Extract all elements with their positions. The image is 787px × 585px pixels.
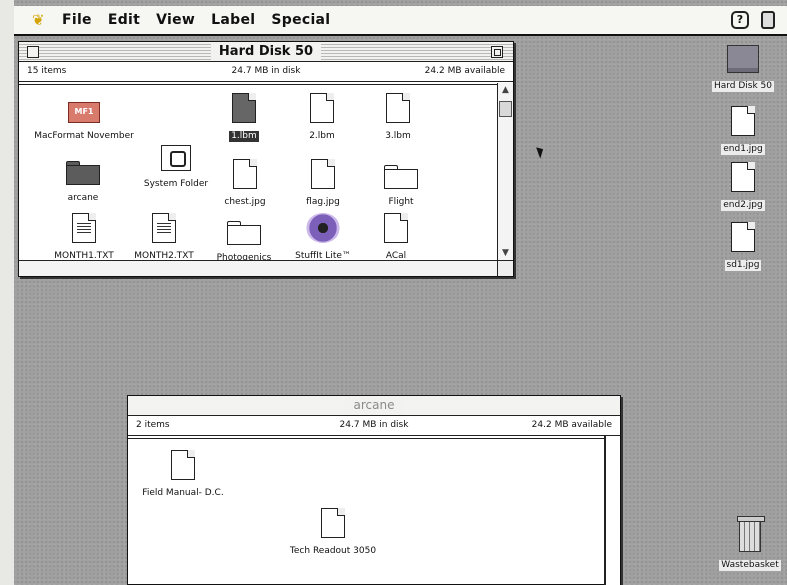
icon-photogenics[interactable]: Photogenics [209, 221, 279, 264]
disk-available: 24.2 MB available [531, 420, 612, 430]
document-icon [171, 450, 195, 480]
icon-1-lbm[interactable]: 1.lbm [219, 93, 269, 142]
icon-label: MacFormat November [34, 131, 134, 141]
icon-label: flag.jpg [306, 197, 340, 207]
icon-arcane[interactable]: arcane [53, 161, 113, 204]
resize-grow-box-icon[interactable] [497, 260, 513, 276]
icon-acal[interactable]: ACal [371, 213, 421, 262]
vertical-scrollbar[interactable]: ▲ ▼ [497, 83, 513, 261]
hard-disk-window-titlebar[interactable]: Hard Disk 50 [19, 42, 513, 62]
icon-flag-jpg[interactable]: flag.jpg [293, 159, 353, 208]
disk-usage: 24.7 MB in disk [339, 420, 409, 430]
document-icon [731, 162, 755, 192]
desktop-icon-end2-jpg[interactable]: end2.jpg [715, 162, 771, 211]
icon-label: Hard Disk 50 [711, 81, 775, 92]
screen-bezel [0, 0, 14, 585]
menu-edit[interactable]: Edit [108, 12, 140, 28]
document-icon [321, 508, 345, 538]
icon-label: System Folder [143, 179, 209, 189]
icon-label: 1.lbm [229, 131, 259, 142]
text-document-icon [152, 213, 176, 243]
icon-chest-jpg[interactable]: chest.jpg [215, 159, 275, 208]
disk-usage: 24.7 MB in disk [231, 66, 301, 76]
arcane-window: arcane 2 items 24.7 MB in disk 24.2 MB a… [127, 395, 621, 585]
icon-label: Wastebasket [719, 560, 781, 571]
icon-label: Tech Readout 3050 [289, 546, 377, 556]
zoom-box-icon[interactable] [491, 46, 503, 58]
icon-label: arcane [67, 193, 99, 203]
apple-menu-icon[interactable]: ❦ [32, 12, 46, 28]
icon-label: Flight [388, 197, 414, 207]
desktop-icon-sd1-jpg[interactable]: sd1.jpg [715, 222, 771, 271]
desktop-icon-wastebasket[interactable]: Wastebasket [713, 516, 787, 571]
menu-bar: ❦ File Edit View Label Special ? [14, 6, 787, 36]
icon-macformat-november[interactable]: MF1 MacFormat November [19, 99, 149, 142]
items-count: 15 items [27, 66, 67, 76]
document-icon [233, 159, 257, 189]
icon-2-lbm[interactable]: 2.lbm [297, 93, 347, 142]
vertical-scrollbar[interactable] [604, 436, 620, 585]
icon-label: 3.lbm [385, 131, 411, 141]
icon-tech-readout[interactable]: Tech Readout 3050 [278, 508, 388, 557]
icon-stuffit-lite[interactable]: StuffIt Lite™ [283, 213, 363, 262]
document-icon [731, 106, 755, 136]
disk-available: 24.2 MB available [424, 66, 505, 76]
document-icon [311, 159, 335, 189]
document-icon [386, 93, 410, 123]
hard-disk-window: Hard Disk 50 15 items 24.7 MB in disk 24… [18, 41, 514, 277]
menu-label[interactable]: Label [211, 12, 255, 28]
icon-flight[interactable]: Flight [371, 165, 431, 208]
macformat-folder-icon: MF1 [68, 99, 100, 123]
icon-label: end1.jpg [721, 144, 765, 155]
icon-month2-txt[interactable]: MONTH2.TXT [129, 213, 199, 262]
window-content: MF1 MacFormat November 1.lbm 2.lbm 3.lbm… [19, 87, 513, 263]
arcane-window-titlebar[interactable]: arcane [128, 396, 620, 416]
window-title: arcane [345, 397, 403, 414]
window-info-bar: 2 items 24.7 MB in disk 24.2 MB availabl… [128, 416, 620, 439]
hard-disk-icon [727, 45, 759, 73]
menu-file[interactable]: File [62, 12, 92, 28]
scroll-up-arrow-icon[interactable]: ▲ [498, 83, 513, 98]
icon-label: Field Manual- D.C. [142, 488, 224, 498]
desktop-icon-end1-jpg[interactable]: end1.jpg [715, 106, 771, 155]
icon-label: end2.jpg [721, 200, 765, 211]
icon-3-lbm[interactable]: 3.lbm [373, 93, 423, 142]
desktop-icon-hard-disk[interactable]: Hard Disk 50 [705, 45, 781, 92]
scroll-down-arrow-icon[interactable]: ▼ [498, 246, 513, 261]
folder-icon [384, 165, 418, 189]
icon-field-manual[interactable]: Field Manual- D.C. [128, 450, 238, 499]
scroll-thumb[interactable] [499, 101, 512, 117]
window-content: Field Manual- D.C. Tech Readout 3050 [128, 440, 602, 580]
stuffit-app-icon [306, 213, 340, 243]
window-title: Hard Disk 50 [210, 43, 322, 60]
wastebasket-icon [737, 516, 765, 552]
icon-system-folder[interactable]: System Folder [131, 145, 221, 190]
horizontal-scrollbar[interactable] [19, 260, 497, 276]
menu-view[interactable]: View [156, 12, 195, 28]
help-icon[interactable]: ? [731, 11, 749, 29]
menu-special[interactable]: Special [271, 12, 330, 28]
window-info-bar: 15 items 24.7 MB in disk 24.2 MB availab… [19, 62, 513, 85]
document-icon [232, 93, 256, 123]
application-menu-icon[interactable] [761, 11, 775, 29]
system-folder-icon [161, 145, 191, 171]
document-icon [731, 222, 755, 252]
folder-icon [66, 161, 100, 185]
icon-label: chest.jpg [224, 197, 266, 207]
folder-icon [227, 221, 261, 245]
icon-label: sd1.jpg [724, 260, 762, 271]
icon-label: 2.lbm [309, 131, 335, 141]
text-document-icon [72, 213, 96, 243]
document-icon [384, 213, 408, 243]
items-count: 2 items [136, 420, 170, 430]
document-icon [310, 93, 334, 123]
close-box-icon[interactable] [27, 46, 39, 58]
icon-month1-txt[interactable]: MONTH1.TXT [49, 213, 119, 262]
